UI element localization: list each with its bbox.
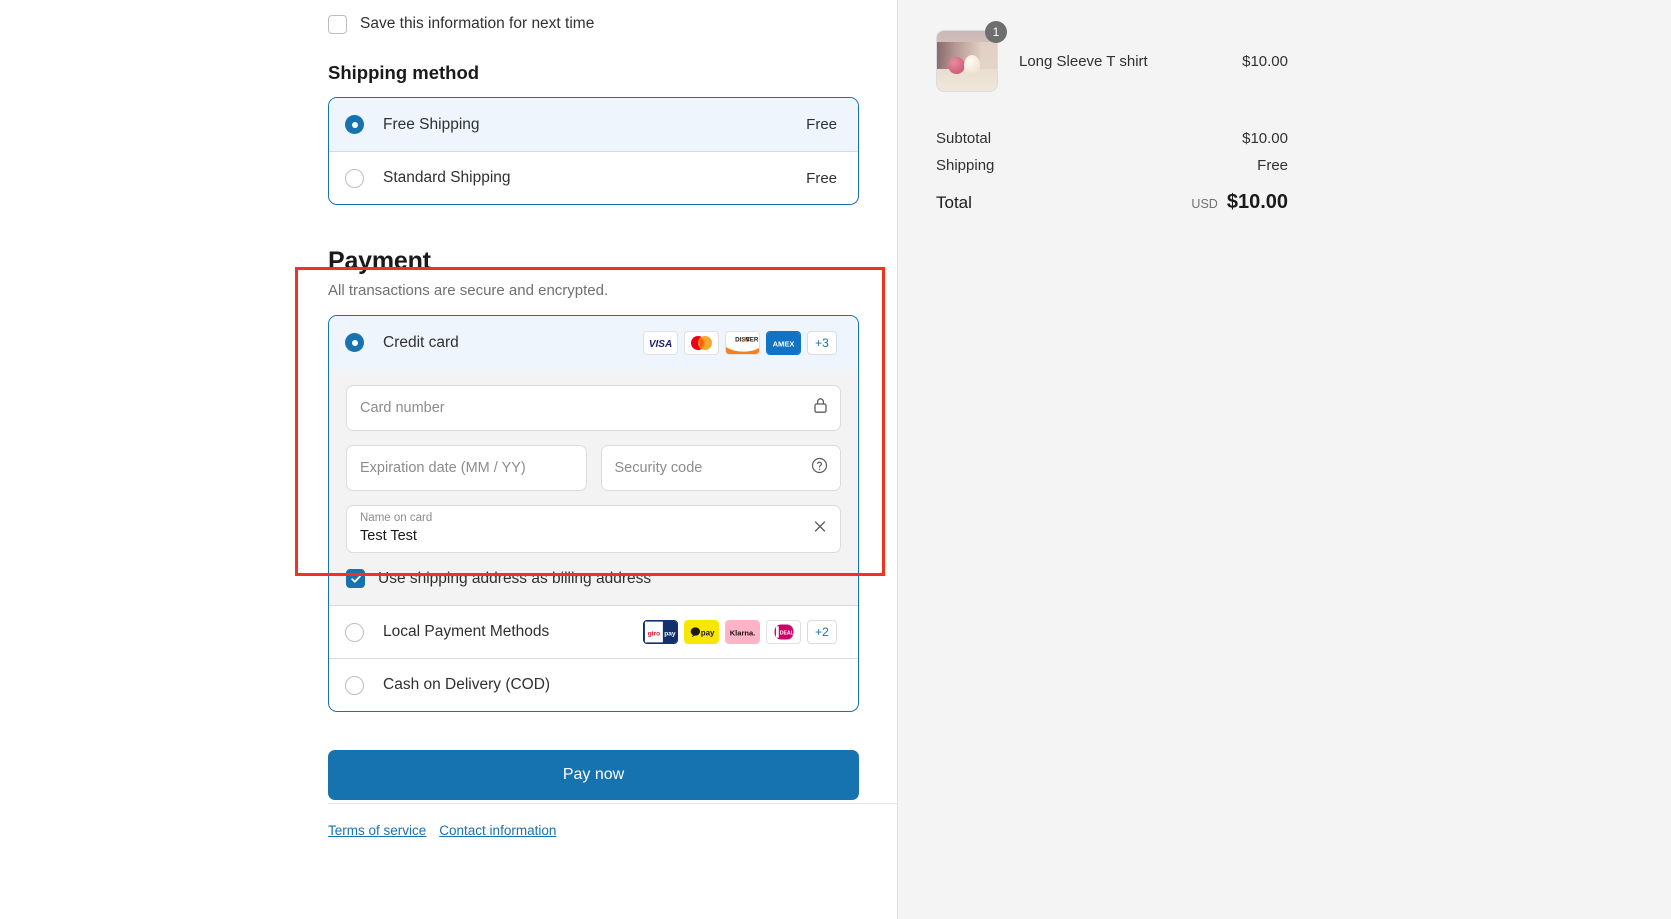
total-currency: USD [1191, 197, 1217, 211]
subtotal-label: Subtotal [936, 130, 1242, 147]
lock-icon [813, 397, 828, 419]
shipping-method-title: Shipping method [328, 62, 859, 84]
giropay-icon: giropay [643, 620, 678, 644]
footer-links: Terms of service Contact information [328, 823, 556, 838]
card-number-placeholder: Card number [360, 400, 827, 416]
mastercard-icon [684, 331, 719, 355]
pay-now-button[interactable]: Pay now [328, 750, 859, 800]
payment-methods-card: Credit card VISA DISCVER AMEX [328, 315, 859, 712]
discover-icon: DISCVER [725, 331, 760, 355]
order-summary-panel: 1 Long Sleeve T shirt $10.00 Subtotal $1… [898, 0, 1671, 919]
security-code-field[interactable]: Security code [601, 445, 842, 491]
subtotal-value: $10.00 [1242, 130, 1288, 147]
visa-icon: VISA [643, 331, 678, 355]
radio-icon[interactable] [345, 169, 364, 188]
terms-of-service-link[interactable]: Terms of service [328, 823, 426, 838]
shipping-option-label: Standard Shipping [383, 169, 806, 187]
help-circle-icon[interactable] [811, 457, 828, 479]
credit-card-form: Card number Expiration date (MM / YY) Se… [329, 369, 858, 605]
credit-card-more-badge[interactable]: +3 [807, 331, 837, 355]
checkout-page: Save this information for next time Ship… [0, 0, 1671, 919]
radio-icon[interactable] [345, 115, 364, 134]
svg-text:Klarna.: Klarna. [730, 628, 756, 637]
quantity-badge: 1 [985, 21, 1007, 43]
billing-address-checkbox[interactable] [346, 569, 365, 588]
card-number-field[interactable]: Card number [346, 385, 841, 431]
svg-text:VER: VER [746, 336, 759, 343]
svg-text:VISA: VISA [649, 339, 672, 350]
klarna-icon: Klarna. [725, 620, 760, 644]
order-totals: Subtotal $10.00 Shipping Free Total USD … [936, 130, 1288, 218]
shipping-label: Shipping [936, 157, 1257, 174]
product-name: Long Sleeve T shirt [1019, 53, 1242, 70]
shipping-option-free[interactable]: Free Shipping Free [329, 98, 858, 151]
order-line-item: 1 Long Sleeve T shirt $10.00 [936, 30, 1288, 92]
name-on-card-field[interactable]: Name on card Test Test [346, 505, 841, 553]
svg-text:DEAL: DEAL [780, 630, 794, 636]
radio-icon[interactable] [345, 623, 364, 642]
shipping-option-standard[interactable]: Standard Shipping Free [329, 151, 858, 204]
expiration-date-placeholder: Expiration date (MM / YY) [360, 460, 573, 476]
name-on-card-label: Name on card [360, 511, 827, 526]
local-methods-label: Local Payment Methods [383, 623, 643, 641]
checkout-content: Save this information for next time Ship… [328, 0, 859, 800]
amex-icon: AMEX [766, 331, 801, 355]
shipping-method-card: Free Shipping Free Standard Shipping Fre… [328, 97, 859, 205]
credit-card-brand-list: VISA DISCVER AMEX +3 [643, 331, 837, 355]
total-row: Total USD $10.00 [936, 191, 1288, 218]
expiration-date-field[interactable]: Expiration date (MM / YY) [346, 445, 587, 491]
card-expiry-security-row: Expiration date (MM / YY) Security code [346, 445, 841, 491]
shipping-value: Free [1257, 157, 1288, 174]
billing-address-label: Use shipping address as billing address [378, 570, 651, 588]
order-summary-content: 1 Long Sleeve T shirt $10.00 Subtotal $1… [936, 30, 1288, 218]
svg-text:pay: pay [701, 628, 715, 637]
ideal-icon: DEAL [766, 620, 801, 644]
svg-text:AMEX: AMEX [773, 339, 795, 348]
cod-label: Cash on Delivery (COD) [383, 676, 837, 694]
svg-text:pay: pay [664, 630, 676, 637]
shipping-option-label: Free Shipping [383, 116, 806, 134]
save-information-checkbox[interactable] [328, 15, 347, 34]
subtotal-row: Subtotal $10.00 [936, 130, 1288, 157]
contact-information-link[interactable]: Contact information [439, 823, 556, 838]
save-information-label: Save this information for next time [360, 15, 594, 33]
security-code-placeholder: Security code [615, 460, 828, 476]
name-on-card-value: Test Test [360, 526, 827, 546]
radio-icon[interactable] [345, 676, 364, 695]
product-thumbnail-wrap: 1 [936, 30, 998, 92]
local-methods-brand-list: giropay pay Klarna. DEAL +2 [643, 620, 837, 644]
local-methods-more-badge[interactable]: +2 [807, 620, 837, 644]
radio-icon[interactable] [345, 333, 364, 352]
billing-address-row[interactable]: Use shipping address as billing address [346, 569, 841, 588]
clear-x-icon[interactable] [812, 519, 828, 540]
payment-title: Payment [328, 247, 859, 276]
total-value: $10.00 [1227, 191, 1288, 214]
shipping-option-price: Free [806, 116, 837, 133]
shipping-row: Shipping Free [936, 157, 1288, 184]
svg-text:giro: giro [648, 630, 660, 637]
total-label: Total [936, 193, 1191, 213]
payment-subtitle: All transactions are secure and encrypte… [328, 282, 859, 299]
checkout-main-column: Save this information for next time Ship… [0, 0, 898, 919]
credit-card-label: Credit card [383, 334, 643, 352]
payment-option-cod[interactable]: Cash on Delivery (COD) [329, 658, 858, 711]
payment-option-local-methods[interactable]: Local Payment Methods giropay pay Klarna… [329, 605, 858, 658]
product-price: $10.00 [1242, 53, 1288, 70]
save-information-row[interactable]: Save this information for next time [328, 0, 859, 38]
shipping-option-price: Free [806, 170, 837, 187]
footer-divider [328, 803, 897, 804]
kakaopay-icon: pay [684, 620, 719, 644]
payment-option-credit-card[interactable]: Credit card VISA DISCVER AMEX [329, 316, 858, 369]
